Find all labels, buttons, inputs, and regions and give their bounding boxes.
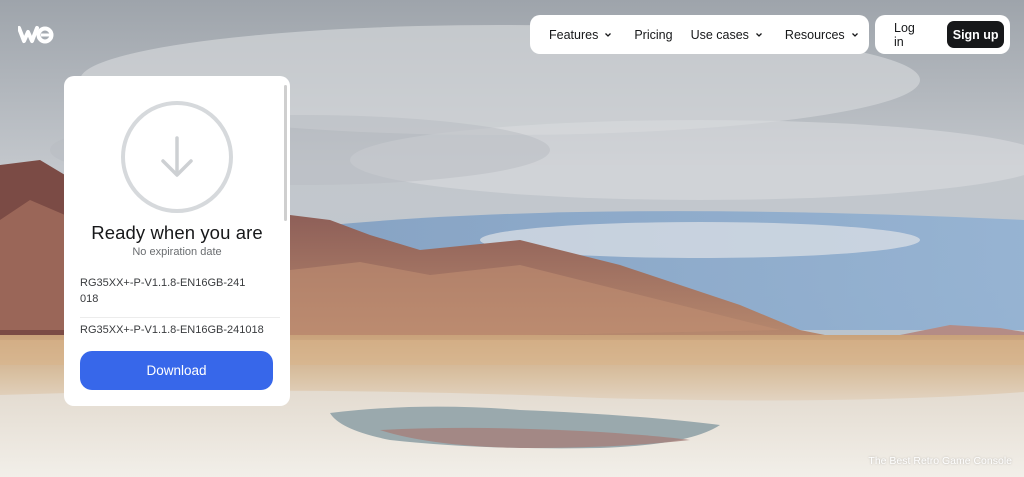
login-link[interactable]: Log in bbox=[894, 21, 927, 49]
background-caption[interactable]: The Best Retro Game Console bbox=[868, 455, 1012, 467]
signup-button[interactable]: Sign up bbox=[947, 21, 1004, 48]
nav-features-label: Features bbox=[549, 27, 599, 42]
main-nav: Features Pricing Use cases Resources bbox=[530, 15, 869, 54]
chevron-down-icon bbox=[605, 32, 612, 37]
card-scrollbar[interactable] bbox=[284, 85, 287, 221]
chevron-down-icon bbox=[851, 32, 858, 37]
nav-use-cases-label: Use cases bbox=[690, 27, 749, 42]
card-title: Ready when you are bbox=[91, 222, 263, 243]
nav-pricing-label: Pricing bbox=[634, 27, 673, 42]
download-arrow-icon bbox=[121, 101, 233, 213]
download-button[interactable]: Download bbox=[80, 351, 273, 390]
nav-pricing[interactable]: Pricing bbox=[634, 28, 672, 42]
divider bbox=[80, 317, 280, 318]
auth-nav: Log in Sign up bbox=[875, 15, 1010, 54]
wetransfer-logo[interactable] bbox=[17, 24, 54, 46]
nav-features[interactable]: Features bbox=[549, 28, 612, 42]
expiration-text: No expiration date bbox=[132, 246, 222, 258]
nav-resources[interactable]: Resources bbox=[785, 28, 859, 42]
nav-resources-label: Resources bbox=[784, 27, 845, 42]
nav-use-cases[interactable]: Use cases bbox=[691, 28, 763, 42]
file-name: RG35XX+-P-V1.1.8-EN16GB-241018 bbox=[80, 277, 246, 305]
download-card: Ready when you are No expiration date RG… bbox=[64, 76, 290, 406]
chevron-down-icon bbox=[755, 32, 762, 37]
scroll-fade bbox=[64, 334, 290, 348]
